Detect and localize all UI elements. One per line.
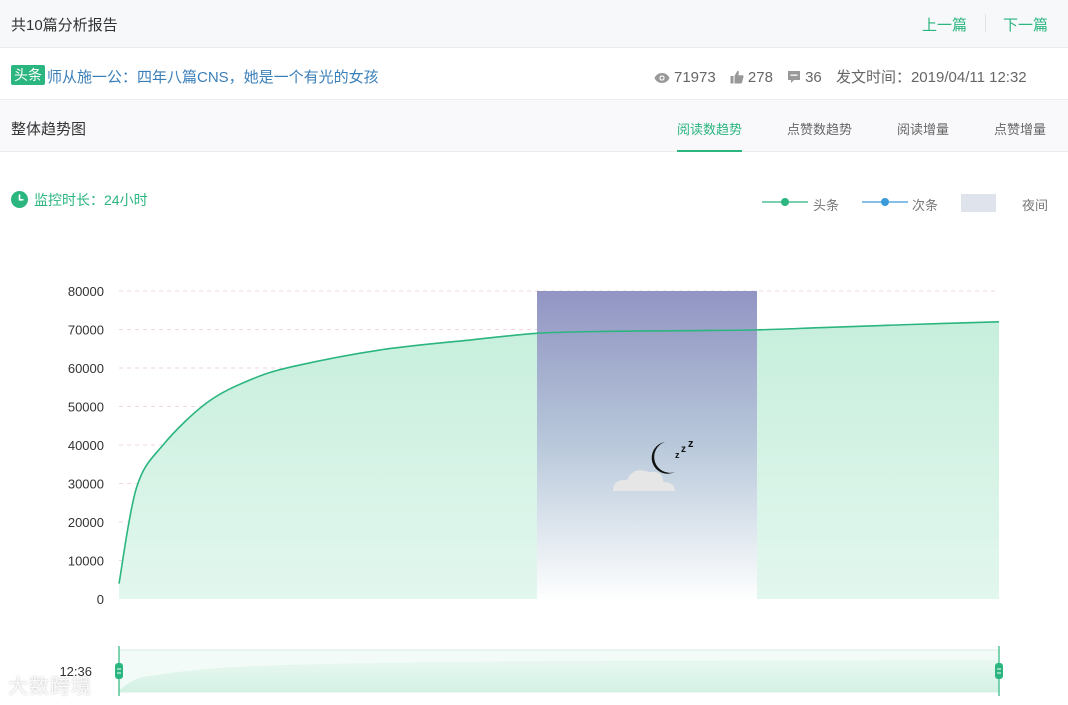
tab-read-increment[interactable]: 阅读增量: [897, 119, 949, 150]
monitor-duration: 监控时长：24小时: [11, 190, 148, 210]
publish-time: 2019/04/11 12:32: [910, 69, 1027, 86]
night-band: [537, 291, 757, 599]
tab-read-trend[interactable]: 阅读数趋势: [677, 119, 743, 152]
y-tick-label: 50000: [68, 400, 104, 415]
legend-night[interactable]: 夜间: [1022, 195, 1048, 214]
y-tick-label: 60000: [68, 361, 104, 376]
section-title: 整体趋势图: [11, 121, 87, 138]
article-title-link[interactable]: 师从施一公：四年八篇CNS，她是一个有光的女孩: [47, 66, 379, 87]
article-info-row: 头条 师从施一公：四年八篇CNS，她是一个有光的女孩 71973 278 36 …: [0, 48, 1068, 100]
comments-count: 36: [805, 69, 822, 86]
sleep-z-icon: z: [675, 450, 680, 460]
y-tick-label: 70000: [68, 323, 104, 338]
next-article-link[interactable]: 下一篇: [1003, 14, 1048, 35]
sleep-z-icon: z: [688, 438, 694, 450]
prev-article-link[interactable]: 上一篇: [922, 14, 967, 35]
y-tick-label: 40000: [68, 438, 104, 453]
tab-like-trend[interactable]: 点赞数趋势: [787, 119, 852, 150]
legend-toutiao[interactable]: 头条: [813, 195, 839, 214]
legend-marker-cicao: [862, 198, 908, 206]
zoom-end-handle[interactable]: [995, 663, 1003, 679]
eye-icon: [654, 73, 670, 83]
trend-section-header: 整体趋势图 阅读数趋势 点赞数趋势 阅读增量 点赞增量: [0, 100, 1068, 152]
report-count-title: 共10篇分析报告: [11, 17, 118, 34]
views-stat: 71973: [654, 69, 720, 86]
publish-label: 发文时间：: [835, 69, 911, 86]
legend-marker-toutiao: [762, 198, 808, 206]
zoom-start-handle[interactable]: [115, 663, 123, 679]
comments-stat: 36: [787, 69, 826, 86]
sleep-z-icon: z: [681, 444, 686, 455]
y-tick-label: 0: [97, 592, 104, 607]
comment-icon: [788, 71, 801, 83]
position-badge: 头条: [11, 65, 45, 85]
legend-cicao[interactable]: 次条: [912, 195, 938, 214]
clock-icon: [11, 191, 28, 208]
monitor-duration-label: 监控时长：24小时: [34, 192, 148, 208]
views-count: 71973: [674, 69, 716, 86]
y-tick-label: 30000: [68, 477, 104, 492]
watermark-text: 大数跨境: [8, 676, 92, 698]
legend-marker-night: [961, 194, 996, 212]
tab-like-increment[interactable]: 点赞增量: [994, 119, 1046, 150]
y-tick-label: 10000: [68, 554, 104, 569]
y-tick-label: 80000: [68, 284, 104, 299]
thumbs-up-icon: [730, 70, 744, 84]
read-trend-chart: 80000 70000 60000 50000 40000 30000 20000 10000…: [59, 284, 1003, 696]
nav-divider: [985, 14, 986, 32]
y-tick-label: 20000: [68, 515, 104, 530]
article-stats: 71973 278 36 发文时间：2019/04/11 12:32: [654, 66, 1027, 87]
likes-count: 278: [747, 69, 773, 86]
likes-stat: 278: [730, 69, 777, 86]
report-header: 共10篇分析报告 上一篇 下一篇: [0, 0, 1068, 48]
